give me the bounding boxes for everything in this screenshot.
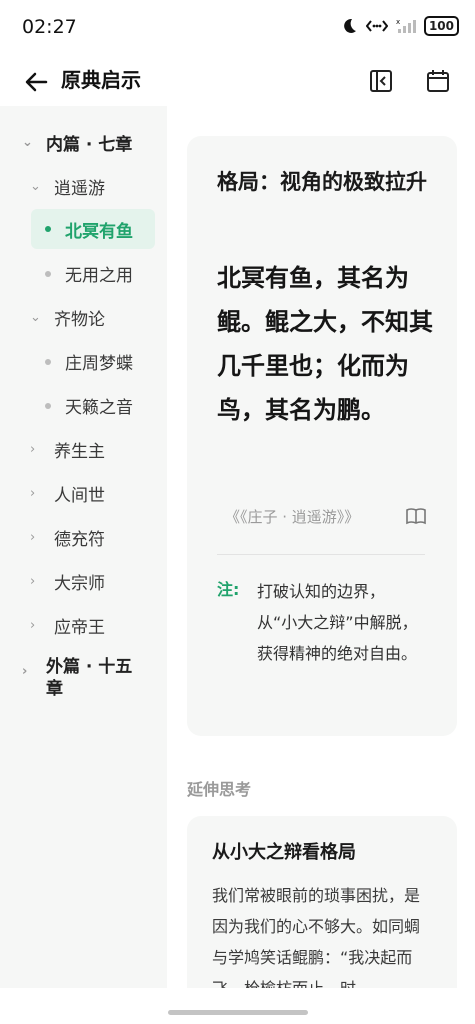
nav-item-label: 天籁之音 [65, 398, 133, 418]
quote-text: 北冥有鱼，其名为鲲。鲲之大，不知其几千里也；化而为鸟，其名为鹏。 [217, 264, 433, 424]
battery-indicator: 100 [423, 16, 459, 36]
nav-item-tianlai[interactable]: 天籁之音 [45, 393, 133, 418]
nav-item-yingdiwang[interactable]: › 应帝王 [30, 613, 105, 638]
divider [217, 554, 425, 555]
nav-item-qiwulun[interactable]: ⌄ 齐物论 [30, 305, 105, 330]
reflection-card[interactable]: 从小大之辩看格局 我们常被眼前的琐事困扰，是因为我们的心不够大。如同蜩与学鸠笑话… [187, 816, 457, 1016]
chevron-right-icon: › [30, 442, 36, 457]
nav-item-wuyong[interactable]: 无用之用 [45, 261, 133, 286]
signal-icon: x [396, 18, 416, 33]
nav-item-label: 德充符 [54, 530, 105, 550]
reflection-text: 我们常被眼前的琐事困扰，是因为我们的心不够大。如同蜩与学鸠笑话鲲鹏：“我决起而飞… [212, 886, 421, 998]
nav-item-xiaoyaoyou[interactable]: ⌄ 逍遥游 [30, 174, 105, 199]
calendar-icon[interactable] [423, 66, 453, 96]
nav-item-zhuangzhou[interactable]: 庄周梦蝶 [45, 349, 133, 374]
nav-item-label: 北冥有鱼 [65, 221, 133, 242]
chevron-right-icon: › [30, 486, 36, 501]
chapter-sidebar: ⌄ 内篇 · 七章 ⌄ 逍遥游 北冥有鱼 无用之用 ⌄ 齐物论 庄周梦蝶 天籁之… [0, 106, 167, 988]
status-icons: x 100 [340, 16, 459, 36]
chevron-down-icon: ⌄ [30, 179, 41, 194]
dot [45, 402, 51, 409]
moon-icon [344, 18, 356, 33]
nav-item-beiming-youyu[interactable]: 北冥有鱼 [31, 209, 155, 249]
nav-item-dechongfu[interactable]: › 德充符 [30, 525, 105, 550]
nav-item-label: 齐物论 [54, 310, 105, 330]
status-time: 02:27 [22, 16, 77, 38]
quote-source: 《《庄子 · 逍遥游》》 [225, 508, 360, 526]
card-title: 格局：视角的极致拉升 [217, 170, 427, 194]
nav-item-dazongshi[interactable]: › 大宗师 [30, 569, 105, 594]
bottom-bar [0, 988, 475, 1024]
chevron-down-icon: ⌄ [22, 135, 33, 150]
home-indicator[interactable] [168, 1010, 308, 1015]
dot [45, 270, 51, 277]
page-title: 原典启示 [61, 68, 141, 92]
nav-group-outer-chapters[interactable]: › 外篇 · 十五章 [22, 656, 142, 700]
nav-item-label: 应帝王 [54, 618, 105, 638]
nav-group-label: 内篇 · 七章 [46, 135, 133, 155]
nav-item-label: 无用之用 [65, 266, 133, 286]
chevron-right-icon: › [30, 530, 36, 545]
chevron-down-icon: ⌄ [30, 310, 41, 325]
app-bar: 原典启示 [0, 56, 475, 106]
nav-item-label: 逍遥游 [54, 179, 105, 199]
nav-item-label: 庄周梦蝶 [65, 354, 133, 374]
main-content: 格局：视角的极致拉升 北冥有鱼，其名为鲲。鲲之大，不知其几千里也；化而为鸟，其名… [167, 106, 475, 1016]
nav-item-label: 养生主 [54, 442, 105, 462]
dot [45, 358, 51, 365]
chevron-right-icon: › [30, 618, 36, 633]
active-dot [45, 226, 51, 232]
chevron-right-icon: › [22, 664, 28, 679]
nav-group-inner-chapters[interactable]: ⌄ 内篇 · 七章 [22, 130, 132, 155]
nav-item-label: 大宗师 [54, 574, 105, 594]
sidebar-collapse-icon[interactable] [366, 66, 396, 96]
nav-group-label: 外篇 · 十五章 [46, 657, 133, 699]
reflection-title: 从小大之辩看格局 [212, 842, 356, 863]
hotspot-icon [365, 20, 388, 32]
section-title: 延伸思考 [187, 780, 252, 799]
note-label: 注: [217, 580, 240, 599]
status-bar: 02:27 x 100 [0, 0, 475, 56]
book-icon[interactable] [405, 506, 427, 526]
svg-text:x: x [396, 18, 400, 26]
chevron-right-icon: › [30, 574, 36, 589]
nav-item-yangshengzhu[interactable]: › 养生主 [30, 437, 105, 462]
note-text: 打破认知的边界，从“小大之辩”中解脱，获得精神的绝对自由。 [257, 582, 418, 663]
back-arrow-icon[interactable] [20, 66, 52, 98]
nav-item-label: 人间世 [54, 486, 105, 506]
nav-item-renjianshi[interactable]: › 人间世 [30, 481, 105, 506]
quote-card: 格局：视角的极致拉升 北冥有鱼，其名为鲲。鲲之大，不知其几千里也；化而为鸟，其名… [187, 136, 457, 736]
